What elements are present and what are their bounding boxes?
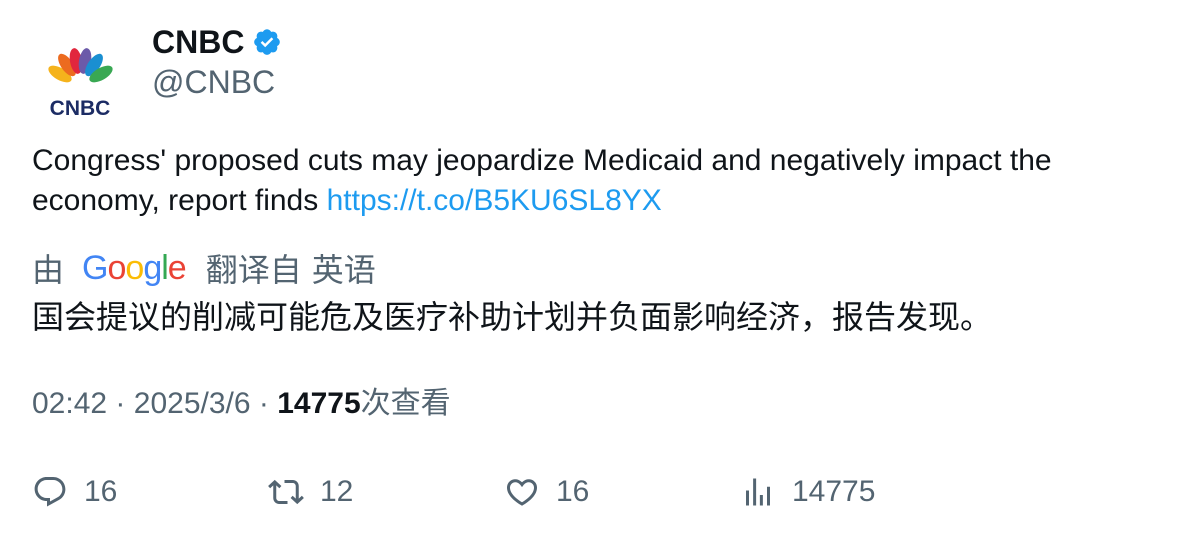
action-bar: 16 12 16 14775: [32, 470, 1172, 514]
reply-icon: [34, 477, 66, 507]
reply-button[interactable]: 16: [32, 470, 117, 514]
translated-from-label: 翻译自: [205, 252, 302, 288]
svg-text:CNBC: CNBC: [50, 97, 111, 120]
source-language: 英语: [311, 252, 376, 288]
views-action-count: 14775: [792, 475, 876, 508]
like-count: 16: [556, 475, 590, 508]
author-name-row: CNBC: [152, 22, 282, 62]
heart-icon: [506, 479, 538, 506]
analytics-bar-icon: [746, 478, 770, 506]
avatar[interactable]: CNBC: [32, 28, 128, 124]
retweet-button[interactable]: 12: [268, 470, 353, 514]
verified-badge-icon[interactable]: [252, 27, 282, 57]
like-button[interactable]: 16: [504, 470, 589, 514]
meta-separator: ·: [258, 387, 269, 420]
tweet-time[interactable]: 02:42: [32, 387, 107, 420]
views-label: 次查看: [360, 387, 451, 420]
reply-count: 16: [84, 475, 118, 508]
cnbc-peacock-logo-icon: CNBC: [48, 48, 113, 120]
tweet-text: Congress' proposed cuts may jeopardize M…: [32, 141, 1162, 221]
translated-text: 国会提议的削减可能危及医疗补助计划并负面影响经济，报告发现。: [32, 299, 993, 335]
translation-by-label: 由: [32, 252, 65, 288]
views-button[interactable]: 14775: [740, 470, 875, 514]
retweet-icon: [268, 479, 304, 505]
views-count: 14775: [277, 387, 361, 420]
display-name[interactable]: CNBC: [152, 22, 244, 62]
translation-attribution: 由 Google 翻译自 英语: [32, 246, 376, 290]
tweet-link[interactable]: https://t.co/B5KU6SL8YX: [327, 184, 662, 217]
retweet-count: 12: [320, 475, 354, 508]
author-handle[interactable]: @CNBC: [152, 62, 275, 102]
google-logo-icon: Google: [82, 249, 187, 287]
tweet-date[interactable]: 2025/3/6: [134, 387, 251, 420]
tweet-meta: 02:42 · 2025/3/6 · 14775次查看: [32, 384, 451, 424]
meta-separator: ·: [115, 387, 126, 420]
